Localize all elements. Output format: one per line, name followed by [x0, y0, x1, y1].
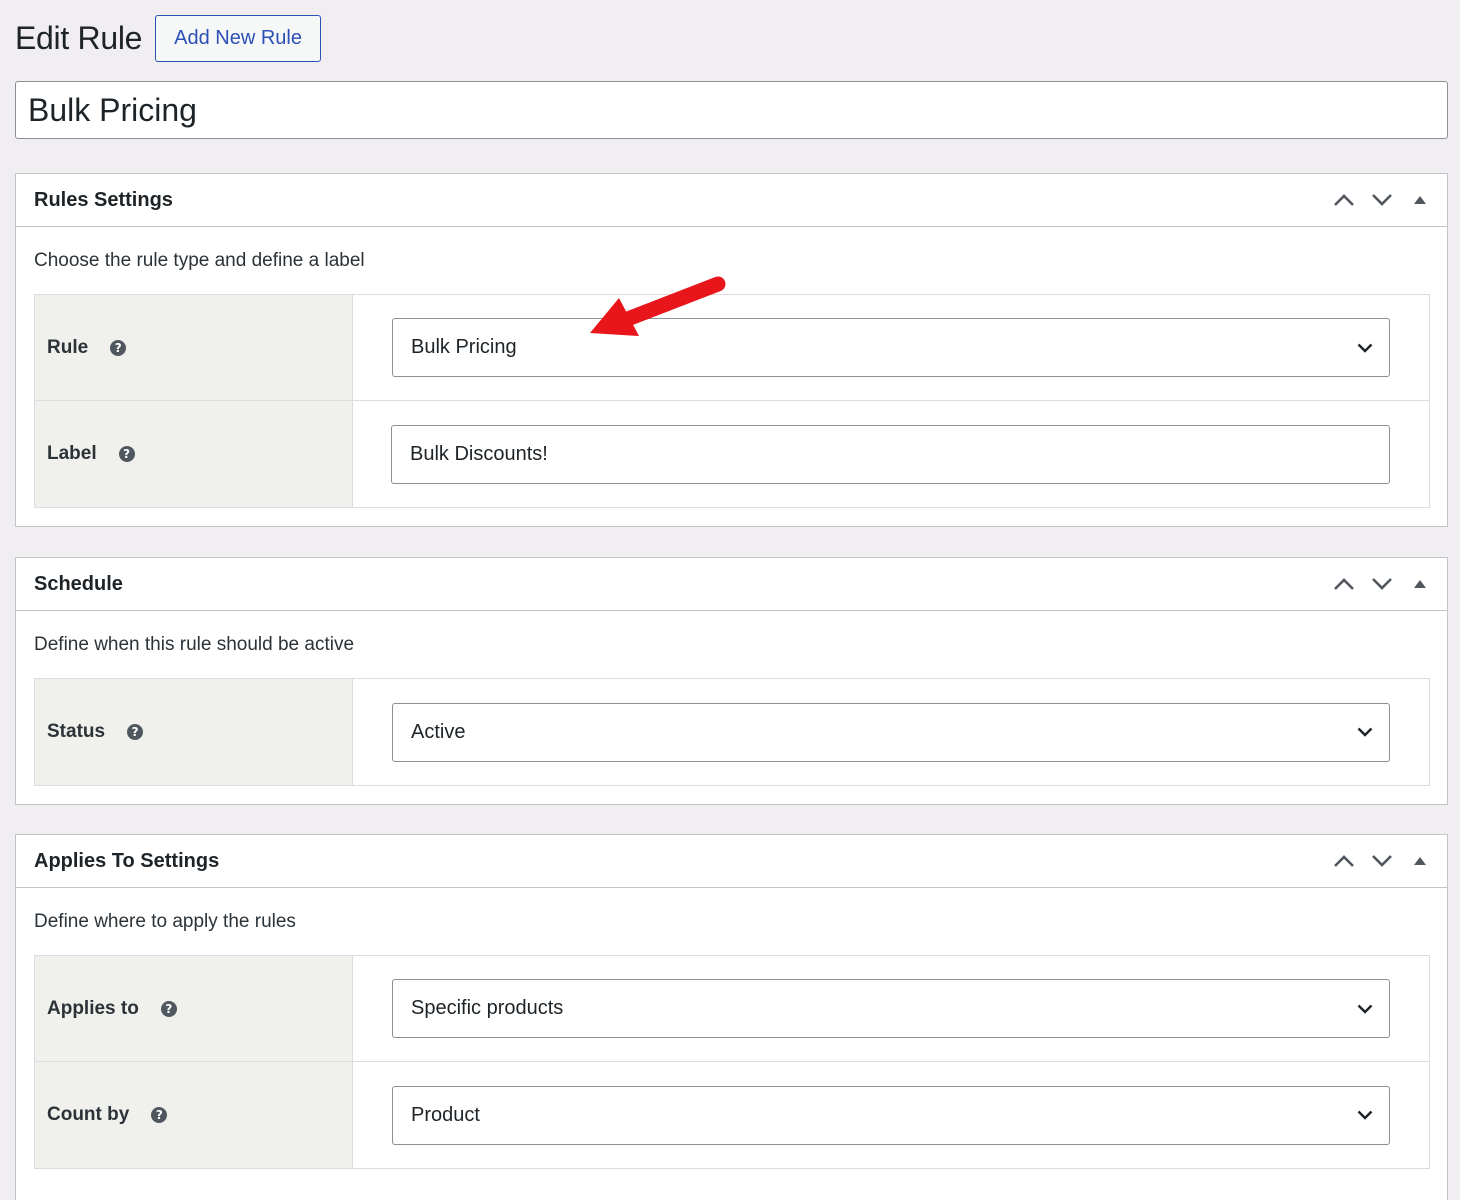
- rule-type-select-value: Bulk Pricing: [411, 336, 517, 358]
- applies-to-settings-body: Define where to apply the rules Applies …: [16, 888, 1447, 1187]
- applies-to-label-text: Applies to: [47, 997, 139, 1019]
- chevron-up-icon: [1334, 855, 1354, 867]
- rule-row: Rule ? Bulk Pricing: [35, 295, 1429, 401]
- rule-field: Bulk Pricing: [353, 295, 1429, 400]
- toggle-panel-button[interactable]: [1401, 565, 1439, 603]
- move-down-button[interactable]: [1363, 842, 1401, 880]
- schedule-header: Schedule: [16, 558, 1447, 611]
- rules-settings-title: Rules Settings: [34, 188, 173, 211]
- label-label-text: Label: [47, 443, 97, 464]
- chevron-down-icon: [1372, 855, 1392, 867]
- toggle-panel-button[interactable]: [1401, 181, 1439, 219]
- applies-to-handle-actions: [1325, 842, 1447, 880]
- applies-to-select-value: Specific products: [411, 997, 564, 1019]
- rules-settings-body: Choose the rule type and define a label …: [16, 227, 1447, 526]
- move-down-button[interactable]: [1363, 181, 1401, 219]
- status-select[interactable]: Active: [392, 702, 1390, 762]
- rule-title-input[interactable]: Bulk Pricing: [15, 81, 1448, 139]
- rules-settings-panel: Rules Settings Choose the rule type and …: [15, 173, 1448, 527]
- schedule-form-table: Status ? Active: [34, 678, 1430, 786]
- applies-to-row: Applies to ? Specific products: [35, 956, 1429, 1062]
- chevron-down-icon: [1357, 1004, 1373, 1014]
- chevron-up-icon: [1334, 578, 1354, 590]
- applies-to-settings-title: Applies To Settings: [34, 849, 220, 872]
- status-field: Active: [353, 679, 1429, 785]
- count-by-field: Product: [353, 1062, 1429, 1168]
- rules-settings-handle-actions: [1325, 181, 1447, 219]
- applies-to-form-table: Applies to ? Specific products Count by …: [34, 955, 1430, 1169]
- label-field-label: Label ?: [35, 401, 353, 507]
- chevron-up-icon: [1334, 194, 1354, 206]
- status-row: Status ? Active: [35, 679, 1429, 785]
- schedule-handle-actions: [1325, 565, 1447, 603]
- label-field: Bulk Discounts!: [353, 401, 1429, 507]
- schedule-body: Define when this rule should be active S…: [16, 611, 1447, 804]
- count-by-field-label: Count by ?: [35, 1062, 353, 1168]
- applies-to-settings-header: Applies To Settings: [16, 835, 1447, 888]
- applies-to-settings-panel: Applies To Settings Define where to appl…: [15, 834, 1448, 1200]
- schedule-panel: Schedule Define when this rule should be…: [15, 557, 1448, 805]
- count-by-label-text: Count by: [47, 1104, 130, 1125]
- toggle-panel-button[interactable]: [1401, 842, 1439, 880]
- label-row: Label ? Bulk Discounts!: [35, 401, 1429, 507]
- schedule-title: Schedule: [34, 572, 123, 595]
- applies-to-field: Specific products: [353, 956, 1429, 1061]
- triangle-up-icon: [1414, 580, 1426, 588]
- applies-to-select[interactable]: Specific products: [392, 979, 1390, 1038]
- chevron-down-icon: [1357, 343, 1373, 353]
- label-text-input[interactable]: Bulk Discounts!: [391, 424, 1390, 484]
- rules-settings-description: Choose the rule type and define a label: [34, 249, 365, 271]
- applies-to-field-label: Applies to ?: [35, 956, 353, 1061]
- status-label-text: Status: [47, 721, 106, 742]
- triangle-up-icon: [1414, 196, 1426, 204]
- count-by-select[interactable]: Product: [392, 1085, 1390, 1145]
- chevron-down-icon: [1357, 727, 1373, 737]
- move-down-button[interactable]: [1363, 565, 1401, 603]
- status-select-value: Active: [411, 720, 466, 743]
- chevron-down-icon: [1357, 1110, 1373, 1120]
- rules-settings-header: Rules Settings: [16, 174, 1447, 227]
- page-header: Edit Rule Add New Rule: [15, 14, 321, 62]
- rule-type-select[interactable]: Bulk Pricing: [392, 318, 1390, 377]
- add-new-rule-button[interactable]: Add New Rule: [155, 14, 321, 62]
- rule-label-text: Rule: [47, 336, 89, 358]
- page-title: Edit Rule: [15, 19, 143, 56]
- move-up-button[interactable]: [1325, 565, 1363, 603]
- count-by-select-value: Product: [411, 1103, 480, 1126]
- help-icon[interactable]: ?: [118, 446, 135, 462]
- rule-field-label: Rule ?: [35, 295, 353, 400]
- move-up-button[interactable]: [1325, 181, 1363, 219]
- rules-settings-form-table: Rule ? Bulk Pricing Label ? Bulk Discoun…: [34, 294, 1430, 508]
- status-field-label: Status ?: [35, 679, 353, 785]
- chevron-down-icon: [1372, 194, 1392, 206]
- triangle-up-icon: [1414, 857, 1426, 865]
- help-icon[interactable]: ?: [127, 724, 144, 740]
- schedule-description: Define when this rule should be active: [34, 633, 355, 655]
- chevron-down-icon: [1372, 578, 1392, 590]
- help-icon[interactable]: ?: [110, 339, 127, 356]
- count-by-row: Count by ? Product: [35, 1062, 1429, 1168]
- help-icon[interactable]: ?: [160, 1000, 177, 1017]
- help-icon[interactable]: ?: [151, 1107, 168, 1123]
- move-up-button[interactable]: [1325, 842, 1363, 880]
- applies-to-settings-description: Define where to apply the rules: [34, 910, 296, 932]
